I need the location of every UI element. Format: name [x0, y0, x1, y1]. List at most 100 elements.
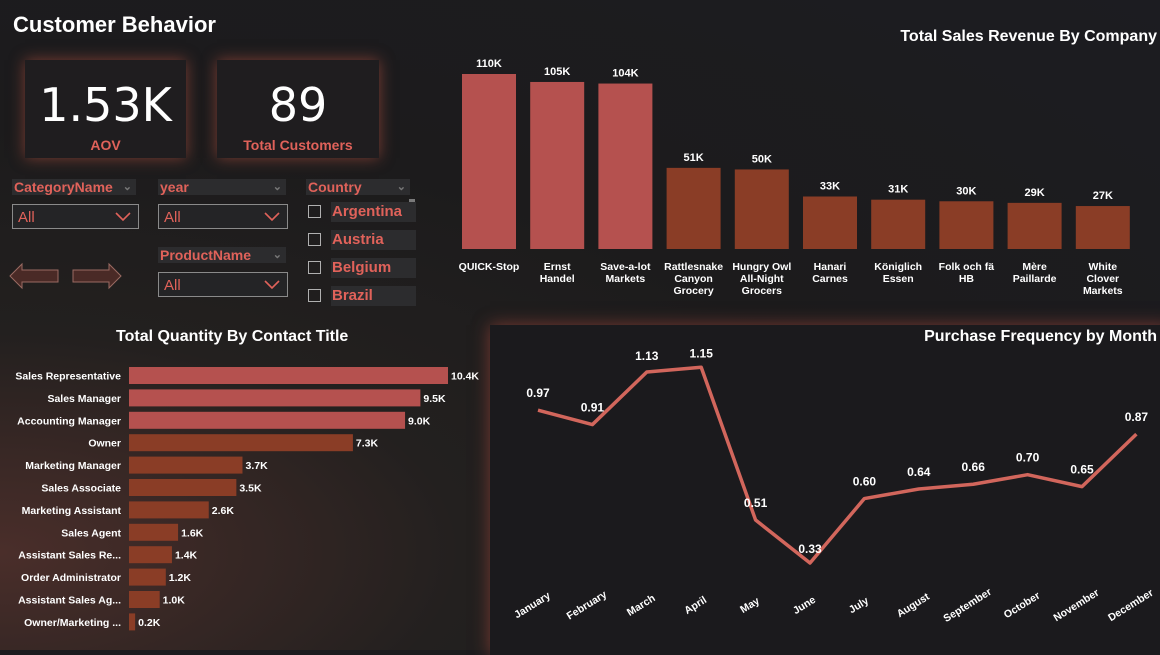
- company-bar-data-label: 104K: [612, 68, 638, 80]
- line-data-label: 0.91: [581, 401, 605, 415]
- country-option-belgium[interactable]: Belgium: [308, 258, 416, 278]
- contact-category-label: Owner/Marketing ...: [24, 617, 121, 629]
- checkbox[interactable]: [308, 205, 321, 218]
- contact-bar: [129, 568, 166, 586]
- category-label-line: Markets: [606, 273, 646, 285]
- frequency-line: [537, 365, 1138, 565]
- company-category-label: QUICK-Stop: [459, 261, 520, 273]
- chevron-down-icon: [264, 280, 280, 290]
- company-chart-title: Total Sales Revenue By Company: [900, 28, 1157, 45]
- back-button[interactable]: [9, 262, 59, 290]
- contact-category-label: Sales Manager: [47, 393, 121, 405]
- contact-bar: [129, 501, 209, 519]
- category-label-line: Carnes: [812, 273, 848, 285]
- line-data-label: 0.87: [1125, 410, 1149, 424]
- line-data-label: 0.66: [962, 460, 986, 474]
- company-bar-data-label: 31K: [888, 184, 908, 196]
- year-dropdown[interactable]: All: [158, 204, 288, 229]
- line-data-label: 0.60: [853, 475, 877, 489]
- category-label-line: Grocery: [673, 285, 713, 297]
- contact-category-label: Marketing Manager: [25, 460, 121, 472]
- contact-bar: [129, 434, 353, 452]
- category-label-line: Grocers: [742, 285, 782, 297]
- category-label-line: Ernst: [544, 261, 571, 273]
- month-tick-label: December: [1106, 587, 1155, 624]
- contact-bar-data-label: 7.3K: [356, 438, 379, 450]
- forward-button[interactable]: [72, 262, 122, 290]
- country-label: Belgium: [331, 258, 416, 278]
- dropdown-value: All: [164, 277, 181, 294]
- line-data-label: 0.51: [744, 496, 768, 510]
- left-arrow-icon: [9, 262, 59, 290]
- contact-bar-data-label: 9.0K: [408, 415, 431, 427]
- contact-bar: [129, 546, 172, 564]
- month-tick-label: October: [1002, 590, 1043, 622]
- month-tick-label: September: [941, 586, 993, 625]
- contact-bar-data-label: 3.5K: [239, 483, 262, 495]
- category-label-line: Mère: [1022, 261, 1047, 273]
- contact-bar: [129, 456, 243, 474]
- contact-bar-data-label: 2.6K: [212, 505, 235, 517]
- category-label-line: Essen: [883, 273, 914, 285]
- contact-bar-data-label: 1.2K: [169, 572, 192, 584]
- category-label-line: Paillarde: [1013, 273, 1057, 285]
- month-tick-label: March: [625, 592, 658, 619]
- company-bar-data-label: 105K: [544, 66, 570, 78]
- slicer-header-country[interactable]: Country ⌄: [306, 179, 410, 195]
- company-category-label: Rattlesnake Canyon Grocery: [664, 261, 723, 297]
- company-bar-data-label: 29K: [1025, 187, 1045, 199]
- contact-bar-data-label: 1.0K: [163, 595, 186, 607]
- category-label-line: White: [1089, 261, 1118, 273]
- company-category-label: Mère Paillarde: [1013, 261, 1057, 285]
- kpi-label: Total Customers: [243, 137, 353, 153]
- chevron-down-icon: ⌄: [272, 181, 282, 193]
- chevron-down-icon: ⌄: [396, 181, 406, 193]
- category-label-line: Canyon: [674, 273, 713, 285]
- purchase-frequency-chart: 0.97 January 0.91 February 1.13 March 1.15 Apri…: [512, 346, 1155, 625]
- company-category-label: White Clover Markets: [1083, 261, 1123, 297]
- company-bar: [1075, 206, 1130, 249]
- country-option-austria[interactable]: Austria: [308, 230, 416, 250]
- company-revenue-chart: 110K QUICK-Stop 105K Ernst Handel 104K Save-a-…: [459, 58, 1130, 297]
- company-bar-data-label: 30K: [956, 185, 976, 197]
- category-dropdown[interactable]: All: [12, 204, 139, 229]
- contact-bar-data-label: 1.6K: [181, 527, 204, 539]
- contact-bar: [129, 591, 160, 608]
- month-tick-label: April: [682, 594, 709, 617]
- slicer-header-year[interactable]: year ⌄: [158, 179, 286, 195]
- line-data-label: 0.33: [798, 542, 822, 556]
- month-tick-label: June: [791, 594, 818, 617]
- kpi-card-total-customers: 89 Total Customers: [217, 60, 379, 158]
- country-option-argentina[interactable]: Argentina: [308, 202, 416, 222]
- checkbox[interactable]: [308, 289, 321, 302]
- right-arrow-icon: [72, 262, 122, 290]
- country-label: Argentina: [331, 202, 416, 222]
- company-bar: [598, 83, 653, 249]
- kpi-card-aov: 1.53K AOV: [25, 60, 186, 158]
- contact-bar-data-label: 1.4K: [175, 550, 198, 562]
- contact-bar-data-label: 0.2K: [138, 617, 161, 629]
- company-bar-data-label: 50K: [752, 153, 772, 165]
- contact-bar: [129, 389, 421, 407]
- company-category-label: Königlich Essen: [874, 261, 922, 285]
- company-bar-data-label: 51K: [684, 152, 704, 164]
- contact-bar: [129, 411, 406, 429]
- month-tick-label: January: [512, 590, 553, 622]
- category-label-line: Clover: [1086, 273, 1119, 285]
- checkbox[interactable]: [308, 261, 321, 274]
- category-label-line: HB: [959, 273, 975, 285]
- chevron-down-icon: [115, 212, 131, 222]
- month-tick-label: July: [847, 595, 871, 616]
- slicer-title: ProductName: [160, 247, 252, 263]
- contact-category-label: Assistant Sales Re...: [18, 550, 121, 562]
- product-dropdown[interactable]: All: [158, 272, 288, 297]
- contact-category-label: Sales Representative: [15, 371, 121, 383]
- slicer-header-product[interactable]: ProductName ⌄: [158, 247, 286, 263]
- line-data-label: 0.64: [907, 465, 931, 479]
- checkbox[interactable]: [308, 233, 321, 246]
- slicer-header-category[interactable]: CategoryName ⌄: [12, 179, 136, 195]
- category-label-line: QUICK-Stop: [459, 261, 520, 273]
- country-option-brazil[interactable]: Brazil: [308, 286, 416, 306]
- contact-bar: [129, 523, 179, 541]
- line-data-label: 0.65: [1070, 463, 1094, 477]
